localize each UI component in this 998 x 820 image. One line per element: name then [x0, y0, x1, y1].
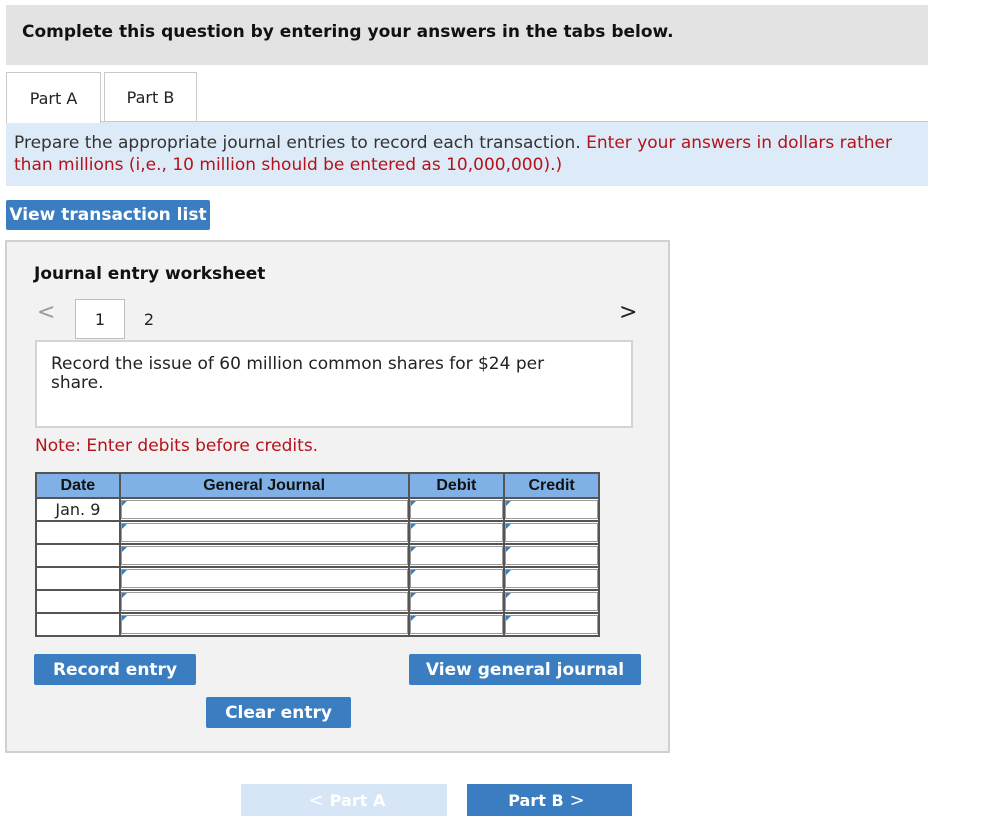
debit-cell[interactable] [407, 566, 506, 591]
prev-part-label: Part A [329, 790, 386, 810]
date-cell [35, 566, 121, 591]
debit-cell[interactable] [407, 612, 506, 637]
credit-input[interactable] [505, 546, 598, 565]
date-cell: Jan. 9 [35, 497, 121, 522]
table-row [35, 589, 600, 614]
tab-part-a-label: Part A [29, 88, 78, 108]
note-text: Note: Enter debits before credits. [35, 436, 319, 456]
tab-part-b[interactable]: Part B [104, 72, 197, 122]
date-cell [35, 612, 121, 637]
account-input[interactable] [120, 546, 408, 565]
instructions-panel: Prepare the appropriate journal entries … [6, 122, 928, 186]
journal-entry-worksheet: Journal entry worksheet < 1 2 > Record t… [5, 240, 670, 753]
account-cell[interactable] [118, 612, 410, 637]
page-tab-1[interactable]: 1 [75, 299, 125, 339]
account-input[interactable] [120, 523, 408, 542]
clear-entry-button[interactable]: Clear entry [206, 697, 351, 728]
credit-cell[interactable] [503, 589, 600, 614]
tab-part-b-label: Part B [126, 87, 175, 107]
debit-input[interactable] [409, 569, 504, 588]
table-row [35, 612, 600, 637]
header-credit: Credit [503, 472, 600, 499]
account-input[interactable] [120, 615, 408, 634]
header-date: Date [35, 472, 121, 499]
view-general-journal-button[interactable]: View general journal [409, 654, 641, 685]
journal-header-row: Date General Journal Debit Credit [35, 472, 600, 499]
debit-input[interactable] [409, 546, 504, 565]
next-part-button[interactable]: Part B > [467, 784, 632, 816]
page-tab-2[interactable]: 2 [137, 299, 161, 339]
header-general-journal: General Journal [118, 472, 410, 499]
table-row [35, 520, 600, 545]
debit-cell[interactable] [407, 497, 506, 522]
credit-cell[interactable] [503, 566, 600, 591]
account-cell[interactable] [118, 520, 410, 545]
credit-input[interactable] [505, 523, 598, 542]
account-input[interactable] [120, 592, 408, 611]
prev-part-button: < Part A [241, 784, 447, 816]
table-row [35, 543, 600, 568]
chevron-right-icon: > [569, 789, 585, 811]
debit-cell[interactable] [407, 543, 506, 568]
tab-part-a[interactable]: Part A [6, 72, 101, 123]
account-cell[interactable] [118, 589, 410, 614]
debit-input[interactable] [409, 592, 504, 611]
next-part-label: Part B [508, 790, 564, 810]
debit-input[interactable] [409, 500, 504, 519]
table-row: Jan. 9 [35, 497, 600, 522]
debit-cell[interactable] [407, 520, 506, 545]
credit-cell[interactable] [503, 497, 600, 522]
table-row [35, 566, 600, 591]
banner-text: Complete this question by entering your … [22, 22, 674, 42]
date-cell [35, 589, 121, 614]
debit-input[interactable] [409, 523, 504, 542]
date-cell [35, 520, 121, 545]
header-debit: Debit [407, 472, 506, 499]
worksheet-title: Journal entry worksheet [34, 264, 266, 284]
chevron-left-icon: < [308, 789, 324, 811]
credit-input[interactable] [505, 569, 598, 588]
account-input[interactable] [120, 569, 408, 588]
account-cell[interactable] [118, 543, 410, 568]
transaction-description: Record the issue of 60 million common sh… [35, 340, 633, 428]
journal-table: Date General Journal Debit Credit Jan. 9 [35, 472, 600, 637]
date-cell [35, 543, 121, 568]
chevron-right-icon[interactable]: > [619, 300, 637, 325]
credit-cell[interactable] [503, 543, 600, 568]
record-entry-button[interactable]: Record entry [34, 654, 196, 685]
debit-cell[interactable] [407, 589, 506, 614]
credit-input[interactable] [505, 500, 598, 519]
credit-input[interactable] [505, 592, 598, 611]
view-transaction-list-button[interactable]: View transaction list [6, 200, 210, 230]
credit-cell[interactable] [503, 612, 600, 637]
account-cell[interactable] [118, 497, 410, 522]
chevron-left-icon[interactable]: < [37, 300, 55, 325]
transaction-description-text: Record the issue of 60 million common sh… [51, 354, 545, 393]
credit-cell[interactable] [503, 520, 600, 545]
account-input[interactable] [120, 500, 408, 519]
account-cell[interactable] [118, 566, 410, 591]
debit-input[interactable] [409, 615, 504, 634]
instruction-banner: Complete this question by entering your … [6, 5, 928, 65]
credit-input[interactable] [505, 615, 598, 634]
instructions-text: Prepare the appropriate journal entries … [14, 133, 581, 153]
